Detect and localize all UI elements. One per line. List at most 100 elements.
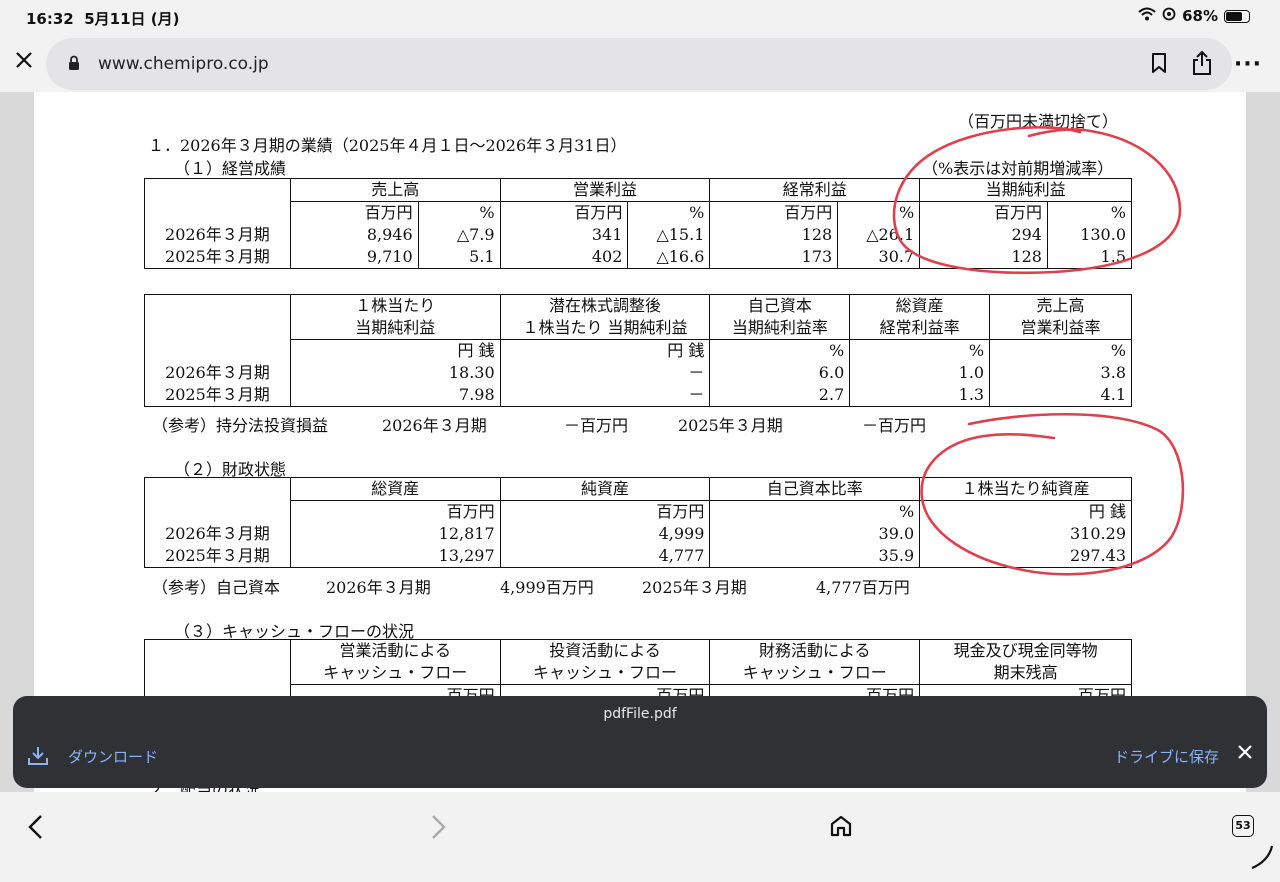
col-header: 営業活動による キャッシュ・フロー bbox=[289, 639, 501, 685]
table-cell: 173 bbox=[709, 246, 839, 269]
location-icon bbox=[1162, 7, 1176, 25]
table-cell: 30.7 bbox=[837, 246, 921, 269]
table-header-row: 売上高 営業利益 経常利益 当期純利益 bbox=[144, 178, 1132, 202]
bottom-navigation: 53 bbox=[0, 792, 1280, 882]
ref-value: 4,999百万円 bbox=[500, 578, 594, 597]
col-header: 純資産 bbox=[499, 477, 711, 501]
url-text[interactable]: www.chemipro.co.jp bbox=[98, 54, 269, 74]
table-cell: 294 bbox=[919, 224, 1048, 246]
per-share-table: １株当たり 当期純利益 潜在株式調整後 １株当たり 当期純利益 自己資本 当期純利益率… bbox=[144, 294, 1132, 407]
close-icon[interactable] bbox=[1237, 744, 1253, 764]
table-cell: 12,817 bbox=[289, 523, 501, 545]
table-row: 2026年３月期 12,817 4,999 39.0 310.29 bbox=[144, 523, 1132, 545]
table-cell: 7.98 bbox=[289, 384, 501, 407]
unit-cell: % bbox=[849, 339, 991, 362]
financial-position-table: 総資産 純資産 自己資本比率 １株当たり純資産 百万円 百万円 % 円 銭 20… bbox=[144, 477, 1132, 568]
ref-equity: （参考）自己資本 bbox=[152, 578, 281, 597]
table-cell: － bbox=[499, 384, 711, 407]
row-label: 2026年３月期 bbox=[144, 362, 291, 384]
table-cell: 128 bbox=[709, 224, 839, 246]
table-cell: △26.1 bbox=[837, 224, 921, 246]
col-header: 投資活動による キャッシュ・フロー bbox=[499, 639, 711, 685]
save-to-drive-button[interactable]: ドライブに保存 bbox=[1114, 746, 1219, 767]
percent-note: （%表示は対前期増減率） bbox=[922, 159, 1114, 178]
ref-value: －百万円 bbox=[862, 416, 927, 435]
row-label: 2026年３月期 bbox=[144, 224, 291, 246]
table-row: 2026年３月期 8,946 △7.9 341 △15.1 128 △26.1 … bbox=[144, 224, 1133, 246]
table-cell: 5.1 bbox=[417, 246, 501, 269]
col-header: １株当たり 当期純利益 bbox=[289, 294, 501, 340]
address-bar[interactable]: www.chemipro.co.jp bbox=[46, 38, 1232, 90]
col-header: 営業利益 bbox=[499, 178, 711, 202]
more-options-icon[interactable]: ··· bbox=[1234, 52, 1262, 77]
battery-percent: 68% bbox=[1182, 7, 1218, 25]
table-corner bbox=[144, 294, 291, 340]
rounding-note: （百万円未満切捨て） bbox=[958, 112, 1119, 131]
unit-cell: 百万円 bbox=[499, 201, 629, 224]
status-right: 68% bbox=[1138, 7, 1250, 25]
share-icon[interactable] bbox=[1190, 49, 1214, 81]
table-cell: 402 bbox=[499, 246, 629, 269]
unit-cell: % bbox=[417, 201, 501, 224]
section-heading-main: １．2026年３月期の業績（2025年４月１日～2026年３月31日） bbox=[148, 136, 627, 155]
home-icon[interactable] bbox=[829, 814, 853, 842]
unit-cell: 円 銭 bbox=[289, 339, 501, 362]
pdf-viewer[interactable]: （百万円未満切捨て） １．2026年３月期の業績（2025年４月１日～2026年… bbox=[0, 92, 1280, 792]
unit-cell: % bbox=[1046, 201, 1133, 224]
resize-handle-icon[interactable] bbox=[1248, 844, 1274, 874]
browser-toolbar: www.chemipro.co.jp ··· bbox=[0, 34, 1280, 92]
table-corner bbox=[144, 178, 291, 202]
unit-cell: 百万円 bbox=[289, 500, 501, 523]
row-label: 2026年３月期 bbox=[144, 523, 291, 545]
unit-cell: % bbox=[837, 201, 921, 224]
download-filename: pdfFile.pdf bbox=[603, 706, 677, 722]
table-cell: △15.1 bbox=[627, 224, 711, 246]
download-button[interactable]: ダウンロード bbox=[68, 746, 158, 767]
col-header: 潜在株式調整後 １株当たり 当期純利益 bbox=[499, 294, 711, 340]
col-header: 自己資本比率 bbox=[709, 477, 921, 501]
back-icon[interactable] bbox=[24, 814, 48, 844]
ref-equity-method: （参考）持分法投資損益 bbox=[152, 416, 329, 435]
bookmark-icon[interactable] bbox=[1150, 51, 1168, 79]
table-cell: △16.6 bbox=[627, 246, 711, 269]
col-header: 総資産 bbox=[289, 477, 501, 501]
download-icon[interactable] bbox=[27, 746, 49, 770]
table-cell: 39.0 bbox=[709, 523, 921, 545]
table-cell: △7.9 bbox=[417, 224, 501, 246]
col-header: 当期純利益 bbox=[919, 178, 1132, 202]
unit-cell: 円 銭 bbox=[919, 500, 1132, 523]
unit-row: 円 銭 円 銭 % % % bbox=[144, 339, 1132, 362]
unit-cell: 百万円 bbox=[289, 201, 419, 224]
table-row: 2025年３月期 13,297 4,777 35.9 297.43 bbox=[144, 545, 1132, 568]
table-cell: 4.1 bbox=[989, 384, 1132, 407]
table-header-row: １株当たり 当期純利益 潜在株式調整後 １株当たり 当期純利益 自己資本 当期純利益率… bbox=[144, 294, 1132, 340]
table-cell: 2.7 bbox=[709, 384, 851, 407]
col-header: 売上高 営業利益率 bbox=[989, 294, 1132, 340]
table-cell: 297.43 bbox=[919, 545, 1132, 568]
status-bar: 16:32 5月11日 (月) 68% bbox=[0, 0, 1280, 34]
row-label: 2025年３月期 bbox=[144, 545, 291, 568]
row-label: 2025年３月期 bbox=[144, 384, 291, 407]
ref-value: 4,777百万円 bbox=[816, 578, 910, 597]
col-header: 経常利益 bbox=[709, 178, 921, 202]
row-label: 2025年３月期 bbox=[144, 246, 291, 269]
lock-icon bbox=[68, 55, 80, 75]
table-row: 2025年３月期 7.98 － 2.7 1.3 4.1 bbox=[144, 384, 1132, 407]
ref-period: 2025年３月期 bbox=[678, 416, 783, 435]
forward-icon[interactable] bbox=[426, 814, 450, 844]
close-icon[interactable] bbox=[12, 50, 36, 74]
status-date: 5月11日 (月) bbox=[84, 10, 180, 28]
section-heading-1: （１）経営成績 bbox=[174, 159, 287, 178]
table-cell: 6.0 bbox=[709, 362, 851, 384]
table-cell: 1.0 bbox=[849, 362, 991, 384]
tabs-count-button[interactable]: 53 bbox=[1232, 815, 1254, 837]
col-header: 現金及び現金同等物 期末残高 bbox=[919, 639, 1132, 685]
table-cell: 1.5 bbox=[1046, 246, 1133, 269]
col-header: 財務活動による キャッシュ・フロー bbox=[709, 639, 921, 685]
table-cell: 18.30 bbox=[289, 362, 501, 384]
table-corner bbox=[144, 639, 291, 685]
table-header-row: 営業活動による キャッシュ・フロー 投資活動による キャッシュ・フロー 財務活動によ… bbox=[144, 639, 1132, 685]
unit-cell: % bbox=[709, 339, 851, 362]
table-row: 2025年３月期 9,710 5.1 402 △16.6 173 30.7 12… bbox=[144, 246, 1133, 269]
wifi-icon bbox=[1138, 7, 1156, 25]
